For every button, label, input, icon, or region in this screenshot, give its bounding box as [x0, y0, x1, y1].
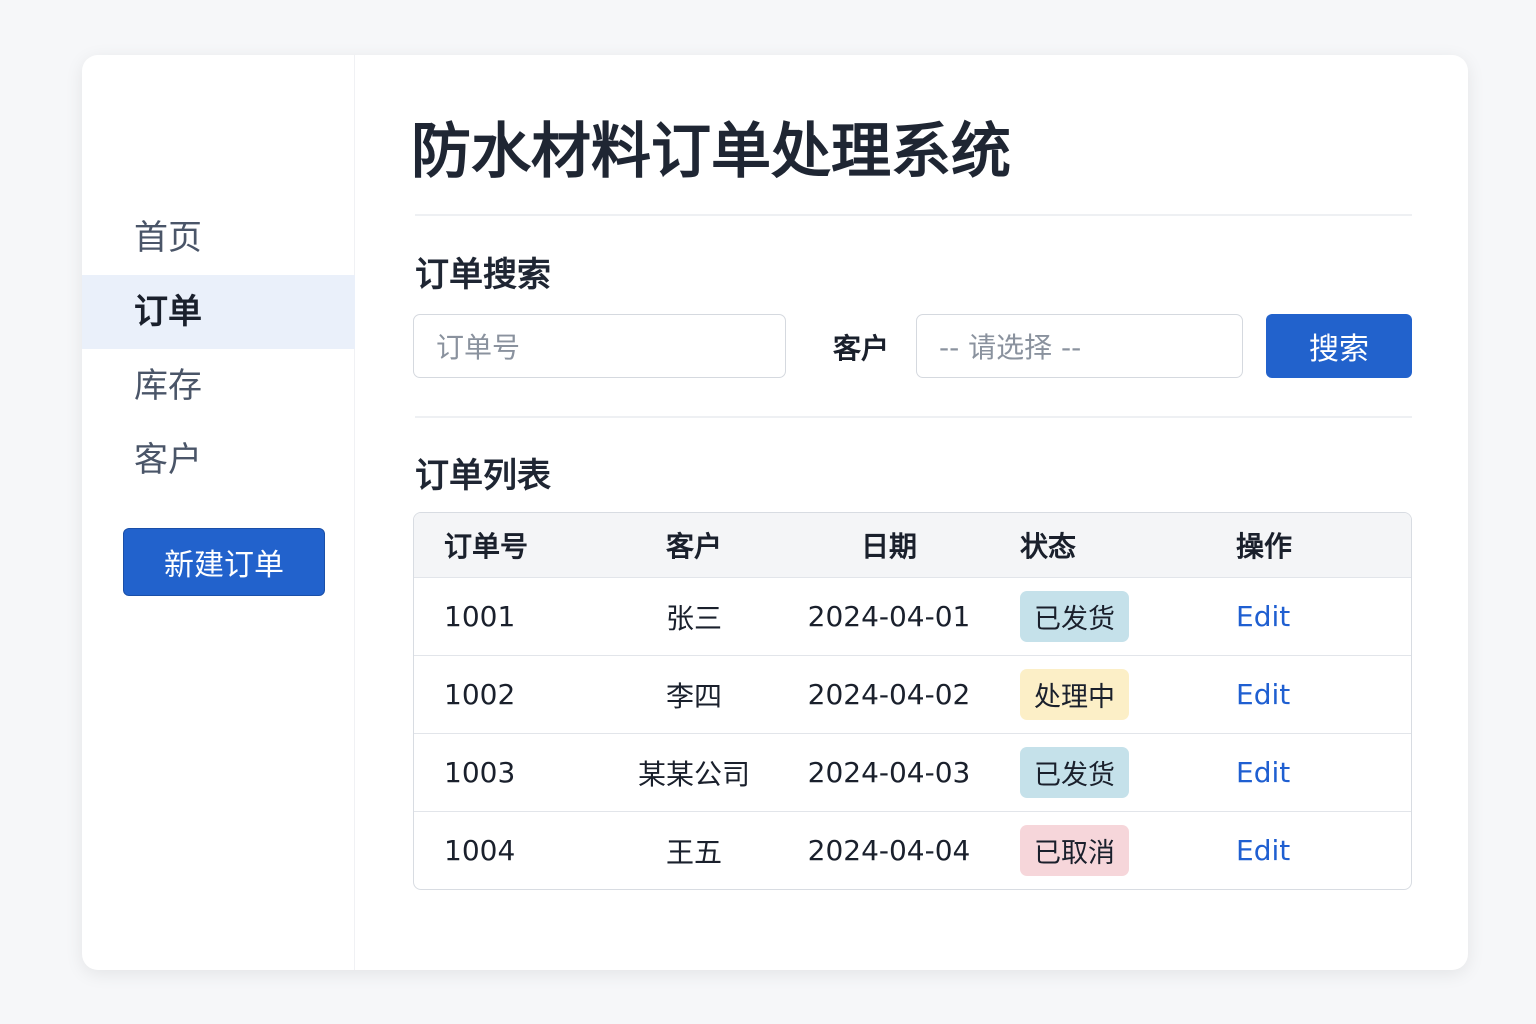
column-header-action: 操作 [1236, 530, 1293, 563]
status-badge: 处理中 [1020, 669, 1129, 720]
customer-label: 客户 [833, 332, 890, 365]
order-customer: 张三 [665, 601, 722, 635]
edit-link[interactable]: Edit [1236, 678, 1290, 711]
page-title: 防水材料订单处理系统 [411, 117, 1011, 187]
order-id: 1003 [444, 756, 516, 789]
search-button[interactable]: 搜索 [1266, 314, 1412, 378]
customer-select-value: -- 请选择 -- [939, 331, 1082, 364]
order-id: 1001 [444, 600, 516, 633]
order-number-placeholder: 订单号 [436, 331, 521, 364]
order-id: 1002 [444, 678, 516, 711]
column-header-id: 订单号 [444, 530, 529, 563]
table-row: 1003 某某公司 2024-04-03 已发货 Edit [414, 733, 1411, 811]
status-cell: 已发货 [1020, 734, 1129, 811]
orders-table: 订单号 客户 日期 状态 操作 1001 张三 2024-04-01 已发货 E… [413, 512, 1412, 890]
action-cell: Edit [1236, 578, 1290, 655]
search-heading: 订单搜索 [415, 255, 551, 295]
status-badge: 已发货 [1020, 747, 1129, 798]
column-header-customer: 客户 [665, 530, 722, 563]
status-badge: 已取消 [1020, 825, 1129, 876]
sidebar-item-home[interactable]: 首页 [82, 201, 355, 275]
sidebar-item-inventory[interactable]: 库存 [82, 349, 355, 423]
customer-select[interactable]: -- 请选择 -- [916, 314, 1243, 378]
order-id: 1004 [444, 834, 516, 867]
order-customer: 某某公司 [637, 757, 750, 791]
edit-link[interactable]: Edit [1236, 834, 1290, 867]
status-cell: 已取消 [1020, 812, 1129, 889]
sidebar-item-customers[interactable]: 客户 [82, 423, 355, 497]
column-header-date: 日期 [860, 530, 917, 563]
action-cell: Edit [1236, 656, 1290, 733]
divider [415, 416, 1412, 418]
action-cell: Edit [1236, 734, 1290, 811]
column-header-status: 状态 [1020, 530, 1077, 563]
status-cell: 已发货 [1020, 578, 1129, 655]
order-date: 2024-04-01 [807, 600, 971, 633]
table-row: 1002 李四 2024-04-02 处理中 Edit [414, 655, 1411, 733]
order-date: 2024-04-03 [807, 756, 971, 789]
status-cell: 处理中 [1020, 656, 1129, 733]
order-customer: 王五 [665, 835, 722, 869]
order-number-input[interactable]: 订单号 [413, 314, 786, 378]
sidebar-nav: 首页 订单 库存 客户 [82, 201, 355, 497]
new-order-button[interactable]: 新建订单 [123, 528, 325, 596]
sidebar: 首页 订单 库存 客户 新建订单 [82, 55, 355, 970]
table-header-row: 订单号 客户 日期 状态 操作 [414, 513, 1411, 577]
edit-link[interactable]: Edit [1236, 756, 1290, 789]
table-row: 1001 张三 2024-04-01 已发货 Edit [414, 577, 1411, 655]
order-date: 2024-04-04 [807, 834, 971, 867]
sidebar-item-orders[interactable]: 订单 [82, 275, 355, 349]
divider [415, 214, 1412, 216]
action-cell: Edit [1236, 812, 1290, 889]
status-badge: 已发货 [1020, 591, 1129, 642]
order-date: 2024-04-02 [807, 678, 971, 711]
app-card: 首页 订单 库存 客户 新建订单 防水材料订单处理系统 订单搜索 订单号 客户 … [82, 55, 1468, 970]
order-customer: 李四 [665, 679, 722, 713]
order-list-heading: 订单列表 [415, 456, 551, 496]
edit-link[interactable]: Edit [1236, 600, 1290, 633]
table-row: 1004 王五 2024-04-04 已取消 Edit [414, 811, 1411, 889]
